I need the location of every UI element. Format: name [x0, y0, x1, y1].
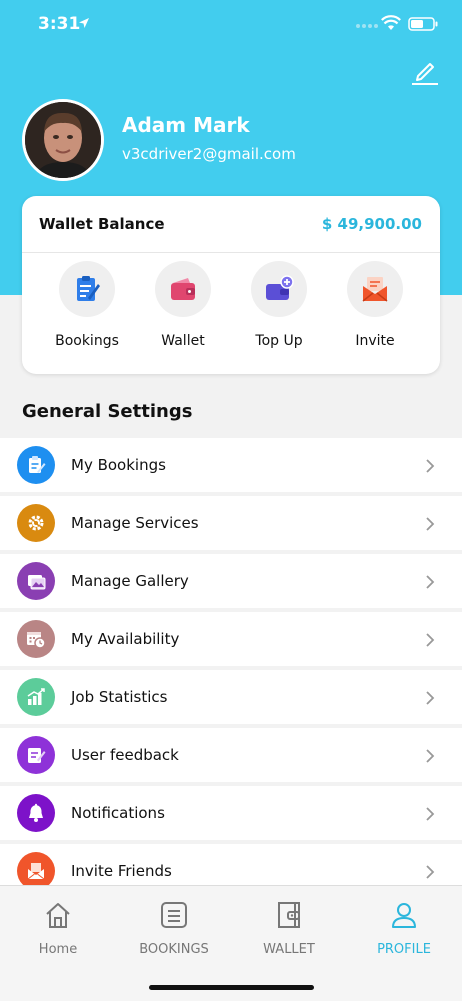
avatar-photo [25, 102, 101, 178]
avatar[interactable] [22, 99, 104, 181]
status-time: 3:31 [38, 14, 81, 34]
chevron-right-icon [426, 691, 435, 705]
settings-menu: My Bookings Manage Services Manage Galle… [0, 438, 462, 902]
list-icon [161, 902, 187, 928]
gear-icon [17, 504, 55, 542]
gallery-icon [17, 562, 55, 600]
profile-name: Adam Mark [122, 113, 250, 137]
profile-email: v3cdriver2@gmail.com [122, 145, 296, 163]
clipboard-icon [77, 276, 100, 301]
chevron-right-icon [426, 749, 435, 763]
user-icon [392, 903, 416, 928]
tab-label: WALLET [263, 942, 315, 957]
quick-action-invite[interactable]: Invite [327, 261, 423, 349]
envelope-icon [362, 277, 388, 302]
tab-wallet[interactable]: WALLET [231, 900, 347, 957]
pencil-icon [412, 63, 438, 85]
status-bar: 3:31 [0, 0, 462, 50]
section-title: General Settings [22, 401, 193, 422]
chevron-right-icon [426, 517, 435, 531]
bar-chart-icon [17, 678, 55, 716]
menu-item-job-statistics[interactable]: Job Statistics [0, 670, 462, 724]
home-indicator [149, 985, 314, 990]
quick-action-circle [155, 261, 211, 317]
divider [22, 252, 440, 253]
quick-action-wallet[interactable]: Wallet [135, 261, 231, 349]
wallet-icon [278, 902, 300, 928]
tab-bar: Home BOOKINGS WALLET PROFILE [0, 885, 462, 1001]
chevron-right-icon [426, 575, 435, 589]
quick-action-label: Top Up [255, 333, 303, 349]
wallet-icon [171, 278, 195, 300]
quick-action-circle [251, 261, 307, 317]
quick-action-circle [347, 261, 403, 317]
quick-action-label: Wallet [161, 333, 205, 349]
battery-icon [408, 17, 438, 31]
tab-label: Home [38, 942, 78, 957]
quick-action-label: Invite [355, 333, 395, 349]
tab-home[interactable]: Home [0, 900, 116, 957]
menu-item-label: Job Statistics [71, 688, 168, 706]
menu-item-label: Manage Services [71, 514, 199, 532]
home-icon [46, 903, 70, 928]
quick-action-bookings[interactable]: Bookings [39, 261, 135, 349]
menu-item-notifications[interactable]: Notifications [0, 786, 462, 840]
tab-profile[interactable]: PROFILE [346, 900, 462, 957]
menu-item-manage-gallery[interactable]: Manage Gallery [0, 554, 462, 608]
wallet-card: Wallet Balance $ 49,900.00 Bookings Wall… [22, 196, 440, 374]
chevron-right-icon [426, 865, 435, 879]
quick-action-top-up[interactable]: Top Up [231, 261, 327, 349]
menu-item-label: My Bookings [71, 456, 166, 474]
location-arrow-icon [79, 18, 89, 28]
clipboard-icon [17, 446, 55, 484]
calendar-clock-icon [17, 620, 55, 658]
wallet-plus-icon [266, 275, 294, 300]
menu-item-label: My Availability [71, 630, 180, 648]
bell-icon [17, 794, 55, 832]
tab-label: PROFILE [377, 942, 431, 957]
menu-item-label: Notifications [71, 804, 165, 822]
menu-item-label: User feedback [71, 746, 179, 764]
chevron-right-icon [426, 633, 435, 647]
wifi-icon [381, 15, 401, 30]
wallet-balance-amount: $ 49,900.00 [321, 215, 422, 233]
menu-item-my-availability[interactable]: My Availability [0, 612, 462, 666]
feedback-icon [17, 736, 55, 774]
quick-action-circle [59, 261, 115, 317]
signal-icon [356, 24, 378, 28]
menu-item-my-bookings[interactable]: My Bookings [0, 438, 462, 492]
menu-item-label: Invite Friends [71, 862, 172, 880]
menu-item-label: Manage Gallery [71, 572, 189, 590]
edit-profile-button[interactable] [408, 58, 440, 90]
quick-action-label: Bookings [55, 333, 119, 349]
tab-label: BOOKINGS [139, 942, 209, 957]
chevron-right-icon [426, 459, 435, 473]
menu-item-user-feedback[interactable]: User feedback [0, 728, 462, 782]
tab-bookings[interactable]: BOOKINGS [116, 900, 232, 957]
menu-item-manage-services[interactable]: Manage Services [0, 496, 462, 550]
wallet-balance-label: Wallet Balance [39, 215, 165, 233]
chevron-right-icon [426, 807, 435, 821]
